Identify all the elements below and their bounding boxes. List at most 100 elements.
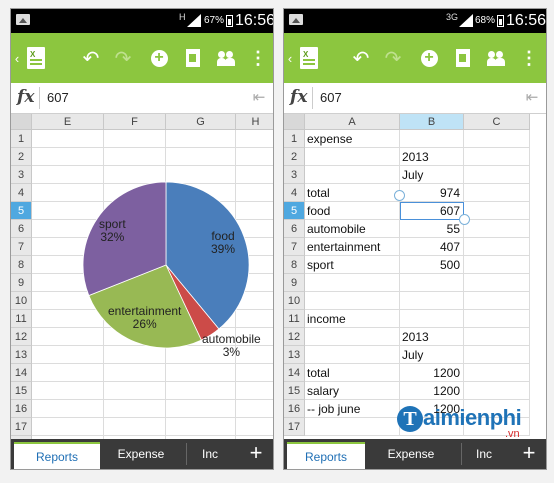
back-button[interactable]: ‹ [284,33,296,83]
column-header-h[interactable]: H [236,114,273,130]
save-button[interactable] [178,33,208,83]
row-header-13[interactable]: 13 [11,346,32,364]
row-header-6[interactable]: 6 [284,220,305,238]
row-header-16[interactable]: 16 [11,400,32,418]
row-header-1[interactable]: 1 [11,130,32,148]
row-header-14[interactable]: 14 [284,364,305,382]
cell-a11[interactable]: income [307,310,398,328]
row-header-12[interactable]: 12 [284,328,305,346]
cell-a6[interactable]: automobile [307,220,398,238]
back-button[interactable]: ‹ [11,33,23,83]
row-header-12[interactable]: 12 [11,328,32,346]
share-button[interactable] [481,33,511,83]
column-header-f[interactable]: F [104,114,166,130]
table-row[interactable]: 2013 [305,148,530,166]
cell-a2[interactable] [307,148,398,166]
more-menu-button[interactable]: ⋮ [243,33,273,83]
table-row[interactable] [305,292,530,310]
table-row[interactable]: entertainment 407 [305,238,530,256]
tab-income[interactable]: Inc [195,439,225,469]
insert-button[interactable]: + [144,33,174,83]
tab-reports[interactable]: Reports [14,442,100,469]
cell-b1[interactable] [402,130,460,148]
table-row[interactable] [32,130,273,148]
selection-handle-start[interactable] [394,190,405,201]
table-row[interactable]: income [305,310,530,328]
formula-input[interactable]: 607 [47,90,69,105]
table-row[interactable] [32,418,273,436]
cell-a12[interactable] [307,328,398,346]
row-header-15[interactable]: 15 [11,382,32,400]
cell-a17[interactable] [307,418,398,436]
pie-chart[interactable]: sport 32% food 39% entertainment 26% automo… [82,181,261,359]
row-header-15[interactable]: 15 [284,382,305,400]
tab-expense[interactable]: Expense [102,439,180,469]
table-row[interactable]: automobile 55 [305,220,530,238]
table-row[interactable] [32,148,273,166]
row-header-10[interactable]: 10 [284,292,305,310]
table-row[interactable]: 2013 [305,328,530,346]
cell-a13[interactable] [307,346,398,364]
row-header-3[interactable]: 3 [284,166,305,184]
undo-button[interactable]: ↶ [76,33,106,83]
cell-a9[interactable] [307,274,398,292]
column-header-b[interactable]: B [400,114,464,130]
cell-b15[interactable]: 1200 [402,382,460,400]
row-header-3[interactable]: 3 [11,166,32,184]
table-row[interactable]: total 1200 [305,364,530,382]
enter-icon[interactable]: ⇤ [522,87,542,109]
select-all-corner[interactable] [284,114,305,130]
row-header-5[interactable]: 5 [11,202,32,220]
column-header-c[interactable]: C [464,114,530,130]
cell-a15[interactable]: salary [307,382,398,400]
table-row[interactable]: expense [305,130,530,148]
table-row[interactable] [32,364,273,382]
cell-b7[interactable]: 407 [402,238,460,256]
cell-b4[interactable]: 974 [402,184,460,202]
undo-button[interactable]: ↶ [346,33,376,83]
cell-b11[interactable] [402,310,460,328]
redo-button[interactable]: ↷ [108,33,138,83]
row-header-6[interactable]: 6 [11,220,32,238]
share-button[interactable] [211,33,241,83]
column-header-g[interactable]: G [166,114,236,130]
row-header-9[interactable]: 9 [11,274,32,292]
cell-a14[interactable]: total [307,364,398,382]
tab-reports[interactable]: Reports [287,442,365,469]
table-row[interactable]: total 974 [305,184,530,202]
row-header-4[interactable]: 4 [284,184,305,202]
cell-b3[interactable]: July [402,166,460,184]
cell-b6[interactable]: 55 [402,220,460,238]
select-all-corner[interactable] [11,114,32,130]
row-header-5[interactable]: 5 [284,202,305,220]
row-header-2[interactable]: 2 [284,148,305,166]
add-sheet-button[interactable]: + [239,439,273,469]
row-header-11[interactable]: 11 [11,310,32,328]
table-row[interactable] [32,400,273,418]
table-row[interactable]: salary 1200 [305,382,530,400]
row-header-16[interactable]: 16 [284,400,305,418]
row-header-1[interactable]: 1 [284,130,305,148]
row-header-17[interactable]: 17 [284,418,305,436]
cell-b10[interactable] [402,292,460,310]
formula-input[interactable]: 607 [320,90,342,105]
table-row[interactable]: sport 500 [305,256,530,274]
cell-a1[interactable]: expense [307,130,398,148]
cell-a10[interactable] [307,292,398,310]
table-row[interactable]: July [305,346,530,364]
row-header-8[interactable]: 8 [284,256,305,274]
row-header-4[interactable]: 4 [11,184,32,202]
row-header-17[interactable]: 17 [11,418,32,436]
row-header-13[interactable]: 13 [284,346,305,364]
cell-b9[interactable] [402,274,460,292]
cell-a5[interactable]: food [307,202,398,220]
redo-button[interactable]: ↷ [378,33,408,83]
column-header-a[interactable]: A [305,114,400,130]
row-header-11[interactable]: 11 [284,310,305,328]
cell-a8[interactable]: sport [307,256,398,274]
insert-button[interactable]: + [414,33,444,83]
row-header-9[interactable]: 9 [284,274,305,292]
row-header-8[interactable]: 8 [11,256,32,274]
cell-b13[interactable]: July [402,346,460,364]
column-header-e[interactable]: E [32,114,104,130]
